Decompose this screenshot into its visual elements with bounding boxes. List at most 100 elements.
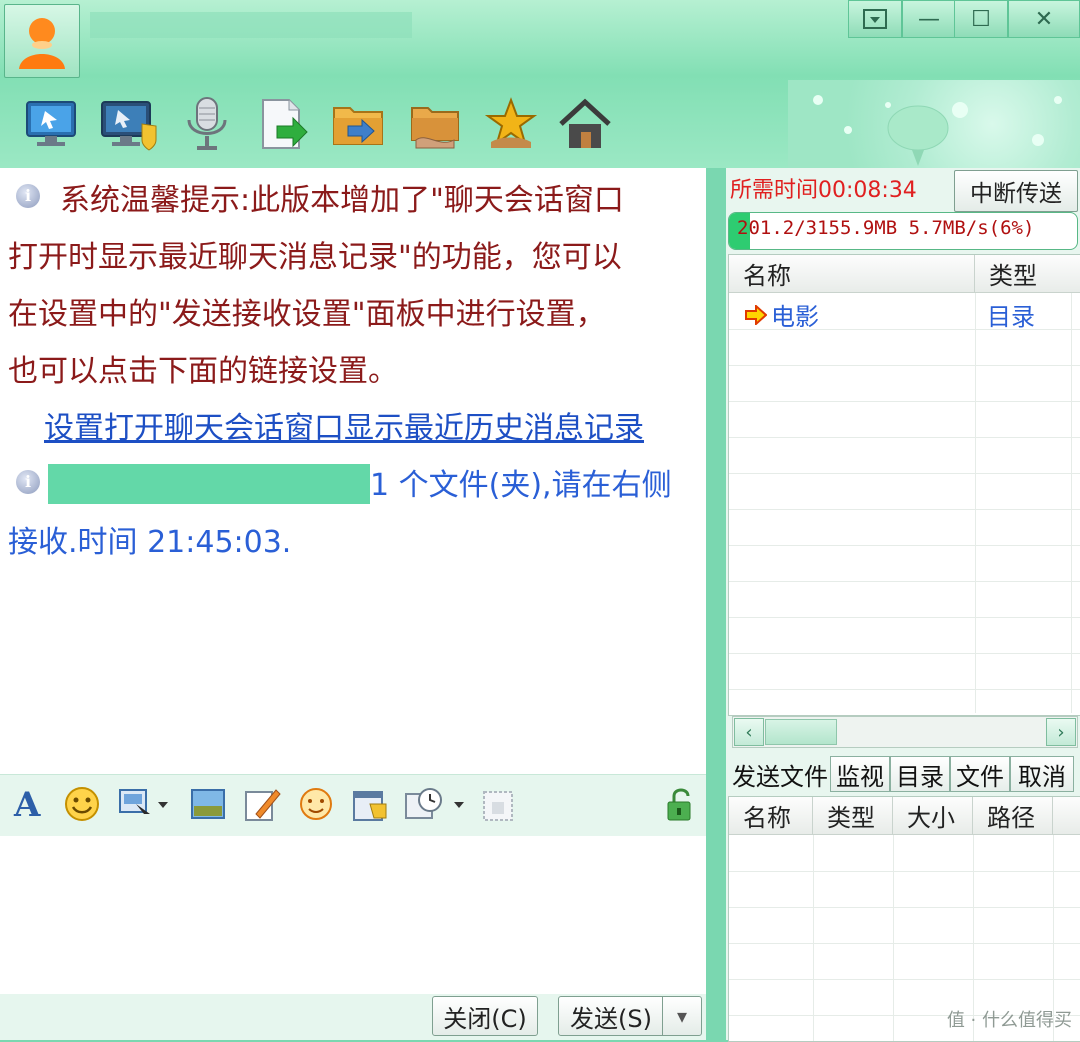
tab-label: 监视 — [836, 762, 884, 791]
maximize-icon: ☐ — [971, 6, 991, 32]
chevron-left-icon: ‹ — [745, 721, 753, 743]
home-button[interactable] — [554, 92, 616, 156]
column-header-label: 名称 — [743, 262, 791, 290]
sender-name-redacted — [48, 464, 370, 504]
screenshot-icon — [119, 789, 168, 814]
emoji-button[interactable] — [62, 784, 102, 824]
tab-monitor[interactable]: 监视 — [830, 756, 890, 792]
tab-directory[interactable]: 目录 — [890, 756, 950, 792]
send-file-icon — [262, 99, 308, 149]
file-name: 电影 — [771, 303, 819, 331]
settings-link[interactable]: 设置打开聊天会话窗口显示最近历史消息记录 — [44, 400, 644, 457]
scroll-right-button[interactable]: › — [1046, 718, 1076, 746]
image-icon — [191, 789, 225, 819]
voice-chat-icon — [187, 97, 227, 150]
column-header-label: 类型 — [989, 262, 1037, 290]
lock-icon — [667, 788, 691, 821]
user-avatar-icon — [19, 18, 65, 69]
remote-assist-icon — [101, 101, 157, 151]
tab-cancel[interactable]: 取消 — [1010, 756, 1074, 792]
calendar-button[interactable] — [350, 784, 390, 824]
send-folder-button[interactable] — [328, 92, 390, 156]
tab-file[interactable]: 文件 — [950, 756, 1010, 792]
emoji-icon — [65, 787, 99, 821]
arrow-right-icon — [745, 304, 767, 325]
maximize-button[interactable]: ☐ — [954, 0, 1008, 38]
tab-label: 目录 — [896, 762, 944, 791]
column-header-name[interactable]: 名称 — [729, 255, 975, 293]
watermark: 值 · 什么值得买 — [946, 1010, 1072, 1031]
favorite-button[interactable] — [480, 92, 542, 156]
shared-folder-button[interactable] — [404, 92, 466, 156]
system-tip-line: 系统温馨提示:此版本增加了"聊天会话窗口 — [60, 183, 624, 218]
time-remaining: 所需时间00:08:34 — [730, 178, 917, 203]
remote-assist-button[interactable] — [98, 92, 160, 156]
dropdown-menu-icon — [863, 9, 887, 29]
close-chat-button[interactable]: 关闭(C) — [432, 996, 538, 1036]
send-label: 发送(S) — [570, 1004, 652, 1033]
send-options-button[interactable]: ▾ — [662, 996, 702, 1036]
column-header-label: 类型 — [827, 804, 875, 832]
font-icon: A — [13, 785, 41, 824]
column-header-size[interactable]: 大小 — [893, 797, 973, 835]
window-title-redacted — [90, 12, 412, 38]
incoming-files-table: 名称 类型 电影 目录 — [728, 254, 1080, 716]
history-button[interactable] — [402, 784, 468, 824]
column-header-spacer — [1053, 797, 1080, 835]
table-row[interactable]: 电影 — [745, 297, 819, 332]
font-button[interactable]: A — [10, 784, 50, 824]
send-file-button[interactable] — [252, 92, 314, 156]
interrupt-transfer-button[interactable]: 中断传送 — [954, 170, 1078, 212]
column-header-type[interactable]: 类型 — [975, 255, 1080, 293]
horizontal-scrollbar[interactable]: ‹ › — [732, 716, 1078, 748]
column-header-type[interactable]: 类型 — [813, 797, 893, 835]
send-button[interactable]: 发送(S) — [558, 996, 664, 1036]
column-header-name[interactable]: 名称 — [729, 797, 813, 835]
window-menu-button[interactable] — [848, 0, 902, 38]
shared-folder-icon — [411, 107, 459, 149]
scroll-left-button[interactable]: ‹ — [734, 718, 764, 746]
scroll-thumb[interactable] — [765, 719, 837, 745]
avatar[interactable] — [4, 4, 80, 78]
handwriting-button[interactable] — [242, 784, 282, 824]
column-header-path[interactable]: 路径 — [973, 797, 1053, 835]
magic-emoji-button[interactable] — [296, 784, 336, 824]
calendar-icon — [353, 791, 387, 821]
tab-send-file[interactable]: 发送文件 — [728, 756, 832, 792]
column-header-label: 大小 — [907, 804, 955, 832]
remote-desktop-icon — [26, 101, 76, 146]
close-icon: ✕ — [1034, 6, 1054, 32]
close-chat-label: 关闭(C) — [443, 1004, 527, 1033]
transfer-progress: 201.2/3155.9MB 5.7MB/s(6%) — [728, 212, 1078, 250]
chevron-down-icon: ▾ — [676, 1004, 688, 1028]
svg-text:A: A — [13, 785, 41, 824]
remote-desktop-button[interactable] — [20, 92, 82, 156]
info-icon: i — [16, 184, 40, 208]
message-input[interactable] — [0, 836, 706, 994]
plugin-button[interactable] — [478, 784, 518, 824]
file-notice-line: 1 个文件(夹),请在右侧 — [370, 468, 672, 503]
minimize-button[interactable]: — — [902, 0, 956, 38]
close-button[interactable]: ✕ — [1008, 0, 1080, 38]
system-tip-line: 打开时显示最近聊天消息记录"的功能，您可以 — [8, 240, 622, 275]
file-type: 目录 — [987, 303, 1035, 331]
column-header-label: 路径 — [987, 804, 1035, 832]
chevron-right-icon: › — [1057, 721, 1065, 743]
image-button[interactable] — [188, 784, 228, 824]
minimize-icon: — — [918, 6, 940, 32]
handwriting-icon — [245, 789, 281, 821]
plugin-icon — [483, 791, 513, 821]
interrupt-transfer-label: 中断传送 — [970, 181, 1062, 207]
info-icon: i — [16, 470, 40, 494]
magic-emoji-icon — [300, 788, 332, 820]
chat-history: i 系统温馨提示:此版本增加了"聊天会话窗口 打开时显示最近聊天消息记录"的功能… — [0, 168, 706, 774]
progress-text: 201.2/3155.9MB 5.7MB/s(6%) — [737, 217, 1035, 239]
lock-button[interactable] — [660, 784, 700, 824]
tab-label: 取消 — [1018, 762, 1066, 791]
tab-label: 发送文件 — [732, 763, 828, 791]
voice-chat-button[interactable] — [176, 92, 238, 156]
screenshot-button[interactable] — [116, 784, 172, 824]
decorative-banner — [788, 80, 1080, 168]
home-icon — [559, 98, 611, 148]
favorite-star-icon — [484, 97, 538, 148]
